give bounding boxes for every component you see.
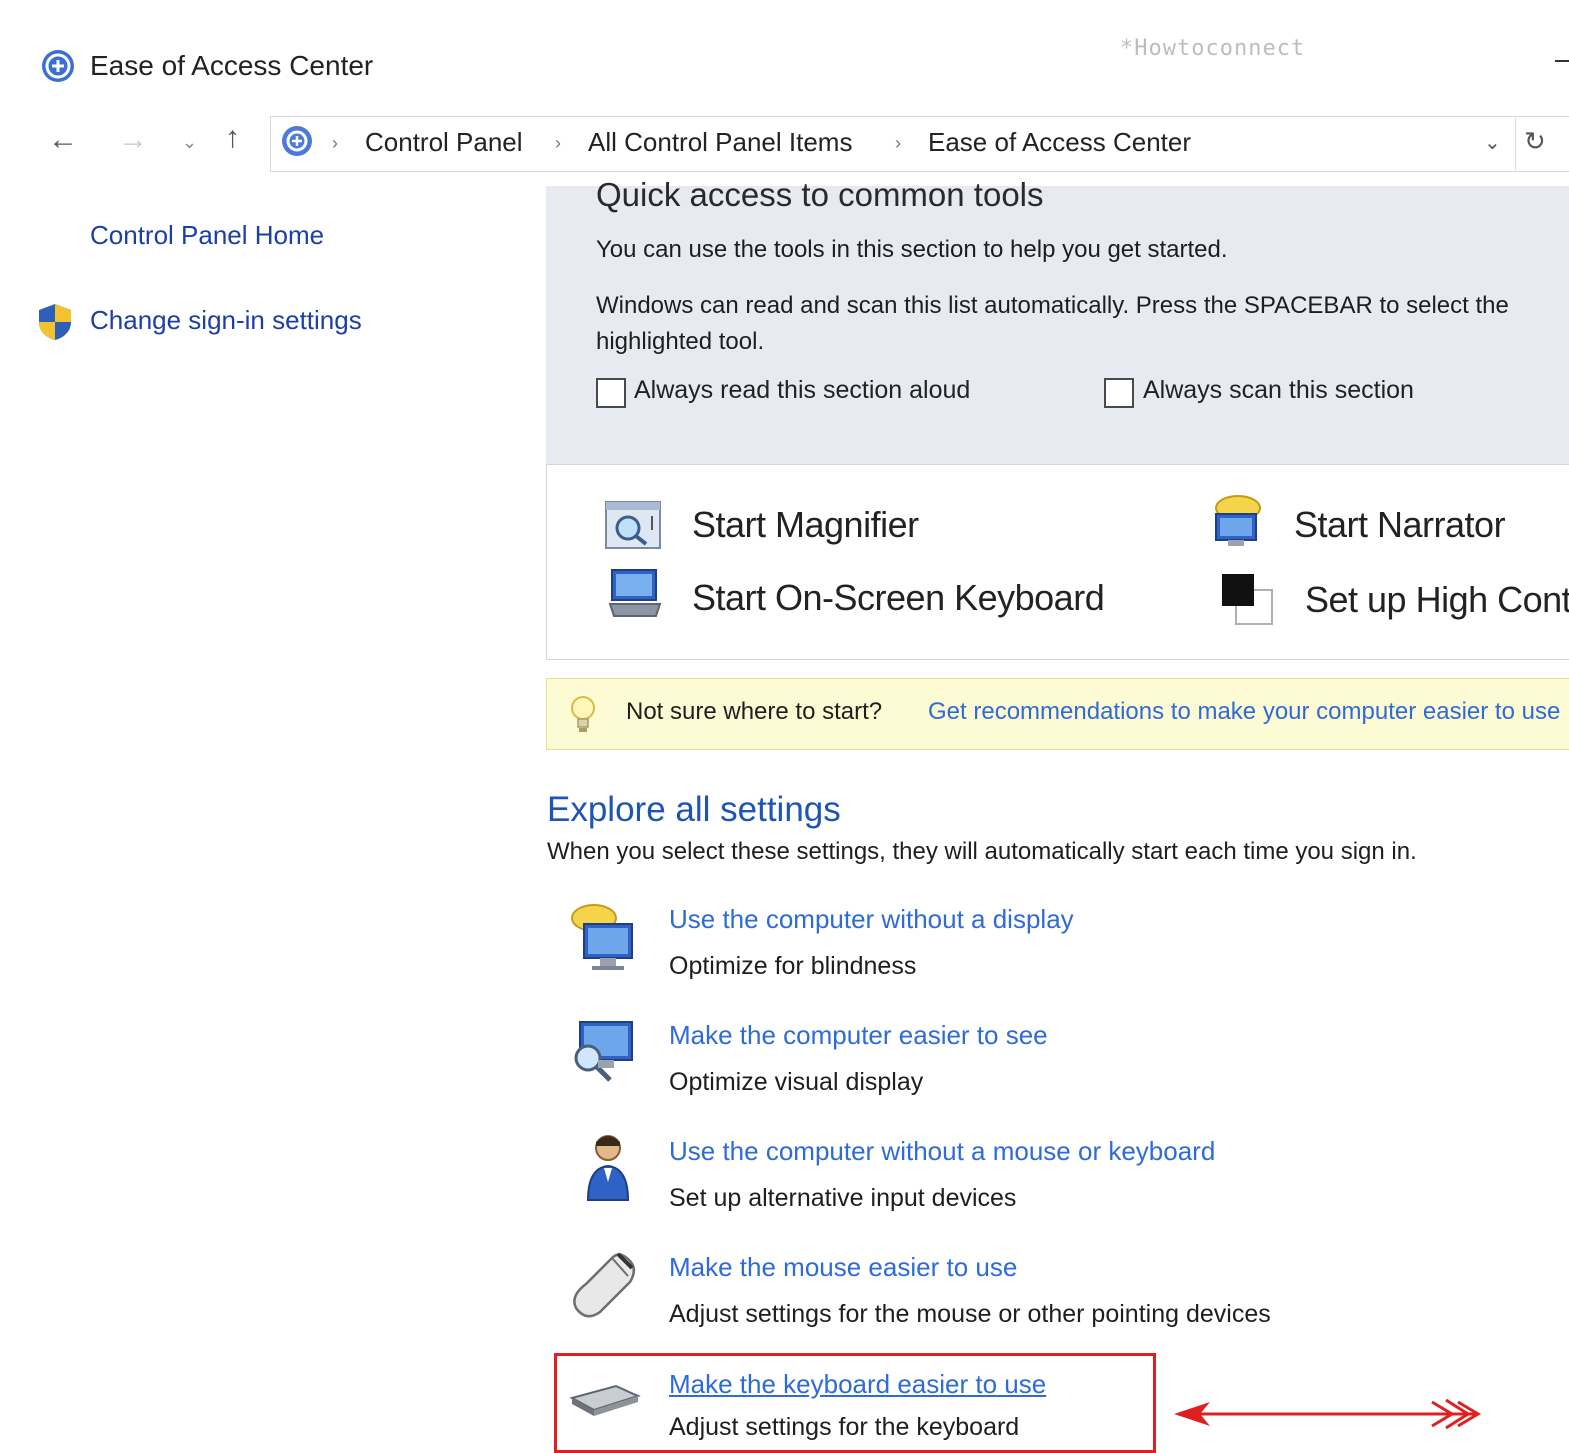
explore-settings-description: When you select these settings, they wil… — [547, 838, 1417, 865]
address-divider — [1515, 118, 1516, 170]
breadcrumb-control-panel[interactable]: Control Panel — [365, 127, 523, 158]
mouse-icon[interactable] — [566, 1246, 642, 1322]
breadcrumb-all-control-panel-items[interactable]: All Control Panel Items — [588, 127, 852, 158]
quick-tools-box — [546, 464, 1569, 660]
set-up-high-contrast-button[interactable]: Set up High Contrast — [1305, 579, 1569, 621]
back-arrow-icon[interactable]: ← — [48, 125, 78, 155]
read-aloud-checkbox[interactable] — [596, 378, 626, 408]
breadcrumb-separator[interactable]: › — [332, 133, 338, 154]
ease-of-access-icon — [42, 50, 74, 82]
get-recommendations-link[interactable]: Get recommendations to make your compute… — [928, 698, 1560, 726]
use-computer-without-display-description: Optimize for blindness — [669, 952, 917, 980]
highlight-box — [554, 1353, 1156, 1453]
magnifier-icon[interactable] — [604, 500, 662, 550]
refresh-icon[interactable]: ↻ — [1524, 126, 1546, 157]
high-contrast-icon[interactable] — [1220, 572, 1278, 628]
person-icon[interactable] — [572, 1130, 648, 1206]
use-computer-without-display-link[interactable]: Use the computer without a display — [669, 904, 1074, 935]
display-magnify-icon[interactable] — [566, 1014, 642, 1090]
minimize-icon[interactable] — [1555, 60, 1569, 62]
control-panel-icon — [282, 126, 312, 156]
explore-settings-heading: Explore all settings — [547, 790, 841, 829]
window-title: Ease of Access Center — [90, 50, 374, 81]
quick-access-description: You can use the tools in this section to… — [596, 236, 1228, 263]
scan-section-label[interactable]: Always scan this section — [1143, 376, 1414, 405]
breadcrumb-ease-of-access-center[interactable]: Ease of Access Center — [928, 127, 1191, 158]
use-computer-without-mouse-or-keyboard-link[interactable]: Use the computer without a mouse or keyb… — [669, 1136, 1215, 1167]
quick-access-scan-description: Windows can read and scan this list auto… — [596, 292, 1509, 355]
make-computer-easier-to-see-description: Optimize visual display — [669, 1068, 924, 1096]
forward-arrow-icon[interactable]: → — [118, 125, 148, 155]
recent-locations-chevron-icon[interactable]: ⌄ — [182, 133, 197, 151]
use-computer-without-mouse-or-keyboard-description: Set up alternative input devices — [669, 1184, 1017, 1212]
change-sign-in-settings-link[interactable]: Change sign-in settings — [90, 305, 362, 336]
start-on-screen-keyboard-button[interactable]: Start On-Screen Keyboard — [692, 577, 1105, 619]
start-magnifier-button[interactable]: Start Magnifier — [692, 504, 919, 546]
uac-shield-icon — [39, 304, 71, 340]
on-screen-keyboard-icon[interactable] — [606, 568, 664, 620]
address-dropdown-icon[interactable]: ⌄ — [1484, 130, 1501, 155]
display-speech-icon[interactable] — [566, 898, 642, 974]
lightbulb-icon — [571, 696, 595, 732]
breadcrumb-separator[interactable]: › — [555, 133, 561, 154]
start-narrator-button[interactable]: Start Narrator — [1294, 504, 1506, 546]
annotation-arrow-icon — [1174, 1398, 1481, 1430]
make-mouse-easier-to-use-description: Adjust settings for the mouse or other p… — [669, 1300, 1271, 1328]
quick-access-heading: Quick access to common tools — [596, 176, 1044, 213]
scan-section-checkbox[interactable] — [1104, 378, 1134, 408]
read-aloud-label[interactable]: Always read this section aloud — [634, 376, 970, 405]
recommendation-prompt: Not sure where to start? — [626, 698, 883, 725]
make-computer-easier-to-see-link[interactable]: Make the computer easier to see — [669, 1020, 1048, 1051]
up-arrow-icon[interactable]: ↑ — [225, 123, 240, 153]
narrator-icon[interactable] — [1208, 494, 1266, 550]
control-panel-home-link[interactable]: Control Panel Home — [90, 220, 324, 251]
watermark: *Howtoconnect — [1120, 36, 1306, 61]
breadcrumb-separator[interactable]: › — [895, 133, 901, 154]
make-mouse-easier-to-use-link[interactable]: Make the mouse easier to use — [669, 1252, 1017, 1283]
